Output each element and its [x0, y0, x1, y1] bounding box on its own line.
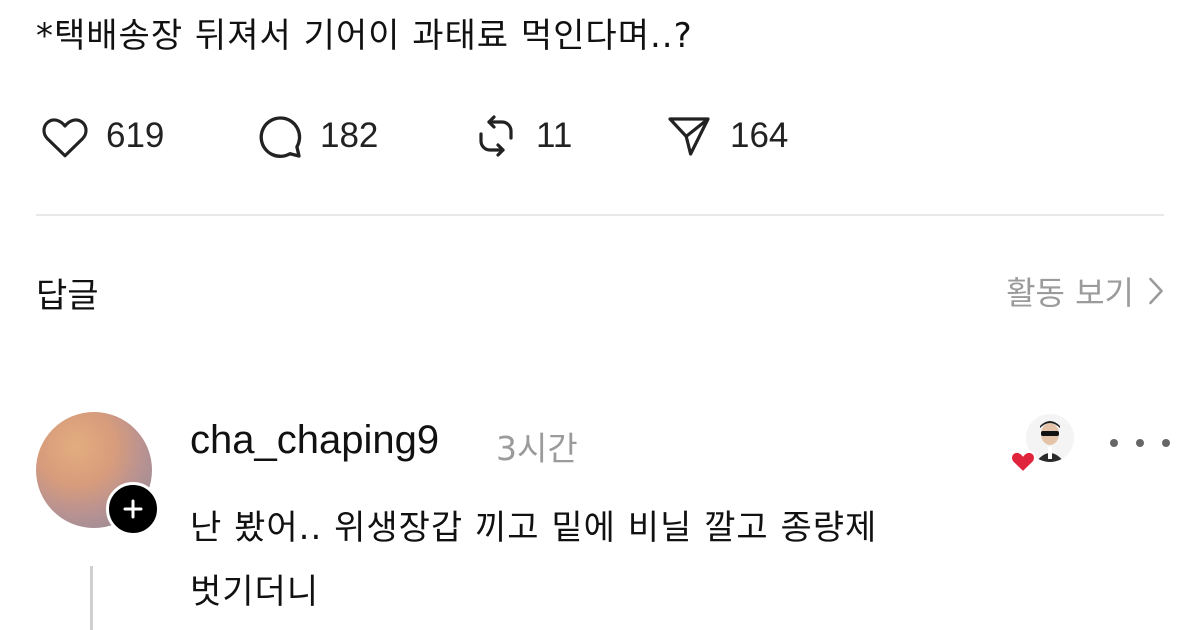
share-count: 164 [730, 116, 789, 155]
ellipsis-icon [1162, 439, 1170, 447]
view-activity-label: 활동 보기 [1006, 274, 1134, 312]
chevron-right-icon [1149, 277, 1163, 305]
more-options-button[interactable] [1110, 428, 1170, 458]
heart-outline-icon [42, 118, 88, 158]
replies-title: 답글 [36, 276, 99, 316]
like-button[interactable]: 619 [40, 112, 164, 160]
plus-icon [123, 499, 143, 519]
red-heart-icon [1010, 450, 1036, 474]
share-button[interactable]: 164 [664, 112, 788, 160]
reply-timestamp: 3시간 [496, 429, 578, 468]
comment-count: 182 [320, 116, 379, 155]
repost-arrows-icon [479, 115, 513, 157]
reply-text: 난 봤어.. 위생장갑 끼고 밑에 비닐 깔고 종량제 벗기더니 [190, 496, 877, 624]
view-activity-link[interactable]: 활동 보기 [1006, 268, 1164, 314]
repost-count: 11 [536, 116, 573, 155]
like-count: 619 [106, 116, 165, 155]
speech-bubble-icon [259, 116, 302, 158]
reply-text-line: 난 봤어.. 위생장갑 끼고 밑에 비닐 깔고 종량제 [190, 508, 878, 548]
thread-line [90, 566, 93, 630]
ellipsis-icon [1136, 439, 1144, 447]
paper-plane-icon [668, 117, 710, 156]
follow-button[interactable] [106, 482, 160, 536]
comment-button[interactable]: 182 [254, 112, 378, 160]
reply-text-line: 벗기더니 [190, 572, 320, 612]
repost-button[interactable]: 11 [472, 112, 572, 160]
divider [36, 214, 1164, 216]
post-text: *택배송장 뒤져서 기어이 과태료 먹인다며..? [36, 16, 693, 56]
ellipsis-icon [1110, 439, 1118, 447]
reply-username[interactable]: cha_chaping9 [190, 418, 439, 463]
